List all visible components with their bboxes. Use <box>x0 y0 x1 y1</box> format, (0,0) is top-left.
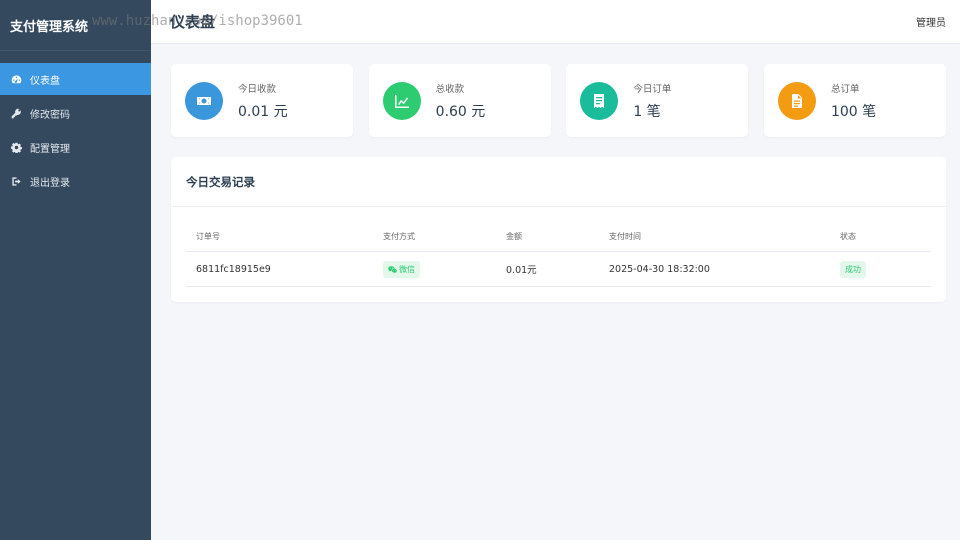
stat-label: 总收款 <box>435 83 465 95</box>
stat-value: 100 笔 <box>830 103 877 120</box>
document-icon <box>777 81 816 120</box>
stat-value: 1 笔 <box>633 103 661 120</box>
payment-time: 2025-04-30 18:32:00 <box>609 263 710 275</box>
stat-label: 今日订单 <box>633 83 672 95</box>
status-label: 成功 <box>840 260 866 278</box>
sidebar-item-dashboard[interactable]: 仪表盘 <box>0 63 151 95</box>
key-icon <box>10 107 22 119</box>
sidebar-item-label: 仪表盘 <box>30 75 60 87</box>
table-row[interactable]: 6811fc18915e9 微信 0.01元 2025-04-30 18:32:… <box>186 252 931 287</box>
stat-card-total-orders: 总订单 100 笔 <box>763 64 946 137</box>
stat-card-total-revenue: 总收款 0.60 元 <box>368 64 551 137</box>
sidebar-nav: 仪表盘 修改密码 配置管理 退出登录 <box>0 63 151 197</box>
brand-title: 支付管理系统 <box>0 0 151 51</box>
column-header: 状态 <box>840 232 856 241</box>
stats-cards: 今日收款 0.01 元 总收款 0.60 元 今日订单 1 笔 总订单 100 … <box>171 64 946 137</box>
line-chart-icon <box>382 81 421 120</box>
money-icon <box>185 81 223 120</box>
column-header: 订单号 <box>196 232 220 241</box>
sign-out-icon <box>10 175 22 187</box>
stat-card-today-revenue: 今日收款 0.01 元 <box>171 64 353 137</box>
column-header: 支付时间 <box>609 232 641 241</box>
stat-label: 今日收款 <box>238 83 277 95</box>
receipt-icon <box>580 81 619 120</box>
top-bar: 仪表盘 管理员 <box>151 0 960 44</box>
stat-value: 0.60 元 <box>435 103 486 120</box>
user-menu[interactable]: 管理员 <box>916 14 946 29</box>
sidebar-item-label: 配置管理 <box>30 143 70 155</box>
sidebar-item-label: 修改密码 <box>30 109 70 121</box>
transactions-panel: 今日交易记录 订单号 支付方式 金额 支付时间 状态 6811fc18915e9… <box>171 157 946 302</box>
sidebar-item-label: 退出登录 <box>30 177 70 189</box>
sidebar-item-change-password[interactable]: 修改密码 <box>0 97 151 129</box>
panel-title: 今日交易记录 <box>171 157 946 207</box>
payment-method-badge: 微信 <box>383 260 420 278</box>
status-badge: 成功 <box>840 260 866 278</box>
stat-label: 总订单 <box>830 83 860 95</box>
column-header: 金额 <box>506 232 522 241</box>
stat-value: 0.01 元 <box>238 103 288 120</box>
transactions-table: 订单号 支付方式 金额 支付时间 状态 6811fc18915e9 微信 0.0… <box>186 222 931 287</box>
payment-method-label: 微信 <box>399 264 415 274</box>
amount: 0.01元 <box>506 265 537 276</box>
sidebar-item-logout[interactable]: 退出登录 <box>0 165 151 197</box>
order-number: 6811fc18915e9 <box>196 263 271 275</box>
dashboard-icon <box>10 73 22 85</box>
wechat-icon <box>388 265 397 273</box>
sidebar-item-config[interactable]: 配置管理 <box>0 131 151 163</box>
main-content: 今日收款 0.01 元 总收款 0.60 元 今日订单 1 笔 总订单 100 … <box>171 64 946 302</box>
gear-icon <box>10 141 22 153</box>
table-header-row: 订单号 支付方式 金额 支付时间 状态 <box>186 222 931 252</box>
column-header: 支付方式 <box>383 232 415 241</box>
stat-card-today-orders: 今日订单 1 笔 <box>566 64 749 137</box>
page-title: 仪表盘 <box>170 13 216 31</box>
sidebar: 支付管理系统 仪表盘 修改密码 配置管理 退出登录 <box>0 0 151 540</box>
